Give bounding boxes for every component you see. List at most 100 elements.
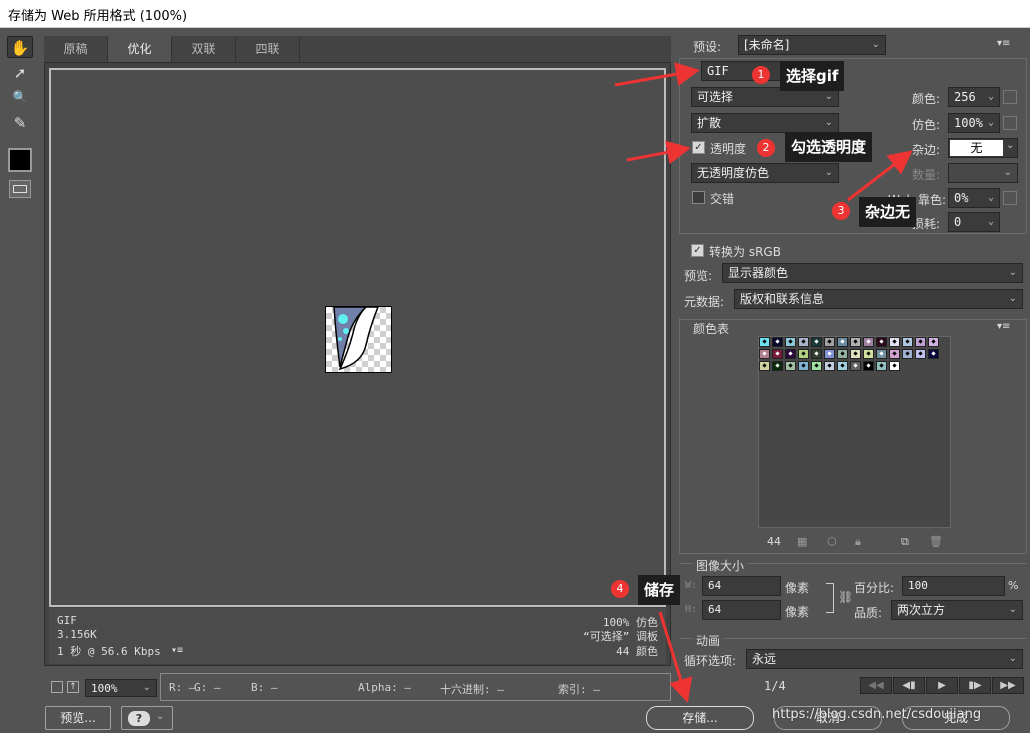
transparency-dither-select[interactable]: 无透明度仿色 ⌄ bbox=[691, 163, 839, 183]
link-icon[interactable]: ⛓ bbox=[838, 590, 853, 604]
color-swatch[interactable] bbox=[785, 361, 796, 371]
loop-select[interactable]: 永远 ⌄ bbox=[746, 649, 1023, 669]
color-swatch[interactable] bbox=[928, 337, 939, 347]
convert-srgb-checkbox[interactable]: ✓ bbox=[691, 244, 704, 257]
window-title: 存储为 Web 所用格式 (100%) bbox=[8, 9, 188, 24]
last-frame-icon[interactable]: ▶▶ bbox=[992, 677, 1024, 694]
color-swatch[interactable] bbox=[824, 361, 835, 371]
height-unit: 像素 bbox=[785, 605, 810, 619]
info-menu-icon[interactable]: ▾≡ bbox=[171, 645, 183, 656]
color-swatch[interactable] bbox=[759, 349, 770, 359]
color-swatch[interactable] bbox=[811, 337, 822, 347]
color-swatch[interactable] bbox=[837, 337, 848, 347]
web-shift-icon[interactable]: ▦ bbox=[797, 535, 807, 548]
slice-select-tool-icon[interactable]: ➚ bbox=[7, 62, 33, 84]
dither-input[interactable]: 100% ⌄ bbox=[948, 113, 1000, 133]
colors-arrow-icon[interactable] bbox=[1003, 90, 1017, 104]
color-swatch[interactable] bbox=[889, 361, 900, 371]
color-swatch[interactable] bbox=[785, 337, 796, 347]
color-swatch[interactable] bbox=[902, 349, 913, 359]
lossy-input[interactable]: 0 ⌄ bbox=[948, 212, 1000, 232]
new-color-icon[interactable]: ⧉ bbox=[901, 535, 909, 549]
readout-alpha: Alpha: — bbox=[358, 681, 411, 694]
percent-label: 百分比: bbox=[854, 581, 895, 595]
color-swatch[interactable] bbox=[863, 361, 874, 371]
info-download-time: 1 秒 @ 56.6 Kbps bbox=[57, 645, 161, 658]
color-swatch[interactable] bbox=[902, 337, 913, 347]
colors-input[interactable]: 256 ⌄ bbox=[948, 87, 1000, 107]
zoom-select[interactable]: 100% ⌄ bbox=[85, 679, 157, 697]
color-swatch[interactable] bbox=[863, 349, 874, 359]
color-swatch[interactable] bbox=[863, 337, 874, 347]
tab-original[interactable]: 原稿 bbox=[44, 36, 108, 62]
dither-arrow-icon[interactable] bbox=[1003, 116, 1017, 130]
transparency-checkbox[interactable]: ✓ bbox=[692, 141, 705, 154]
color-swatch[interactable] bbox=[837, 361, 848, 371]
next-frame-icon[interactable]: ▮▶ bbox=[959, 677, 991, 694]
metadata-select[interactable]: 版权和联系信息 ⌄ bbox=[734, 289, 1023, 309]
hand-tool-icon[interactable]: ✋ bbox=[7, 36, 33, 58]
matte-select[interactable]: 无 ⌄ bbox=[948, 138, 1018, 158]
width-input[interactable]: 64 bbox=[702, 576, 781, 596]
lock-color-icon[interactable]: 🔒︎ bbox=[855, 535, 861, 549]
dither-label: 仿色: bbox=[912, 118, 941, 132]
color-swatch[interactable] bbox=[850, 337, 861, 347]
percent-input[interactable]: 100 bbox=[902, 576, 1005, 596]
color-swatch[interactable] bbox=[876, 361, 887, 371]
tab-4-up[interactable]: 四联 bbox=[236, 36, 300, 62]
color-swatch[interactable] bbox=[876, 349, 887, 359]
color-swatch[interactable] bbox=[928, 349, 939, 359]
web-cube-icon[interactable]: ⬡ bbox=[827, 535, 837, 548]
color-table-grid[interactable] bbox=[758, 336, 951, 528]
color-swatch[interactable] bbox=[824, 337, 835, 347]
loop-label: 循环选项: bbox=[684, 654, 737, 668]
color-swatch[interactable] bbox=[889, 349, 900, 359]
dither-algorithm-select[interactable]: 扩散 ⌄ bbox=[691, 113, 839, 133]
color-swatch[interactable] bbox=[798, 337, 809, 347]
trash-icon[interactable]: 🗑︎ bbox=[929, 535, 943, 548]
annotation-badge-3: 3 bbox=[832, 202, 850, 220]
color-swatch[interactable] bbox=[850, 349, 861, 359]
readout-r: R: — bbox=[169, 681, 196, 694]
zoom-out-icon[interactable] bbox=[51, 681, 63, 693]
save-button[interactable]: 存储... bbox=[646, 706, 754, 730]
interlaced-checkbox[interactable] bbox=[692, 191, 705, 204]
preset-select[interactable]: [未命名] ⌄ bbox=[738, 35, 886, 55]
preview-select[interactable]: 显示器颜色 ⌄ bbox=[722, 263, 1023, 283]
eyedropper-color-swatch[interactable] bbox=[8, 148, 32, 172]
first-frame-icon[interactable]: ◀◀ bbox=[860, 677, 892, 694]
zoom-tool-icon[interactable]: 🔍 bbox=[7, 86, 33, 108]
height-input[interactable]: 64 bbox=[702, 600, 781, 620]
web-snap-input[interactable]: 0% ⌄ bbox=[948, 188, 1000, 208]
zoom-in-icon[interactable]: ↑ bbox=[67, 681, 79, 693]
color-swatch[interactable] bbox=[915, 337, 926, 347]
color-swatch[interactable] bbox=[889, 337, 900, 347]
color-readout: R: — G: — B: — Alpha: — 十六进制: — 索引: — bbox=[160, 673, 671, 701]
browser-select[interactable]: ? ⌄ bbox=[121, 706, 173, 730]
color-swatch[interactable] bbox=[772, 349, 783, 359]
optimize-menu-icon[interactable]: ▾≡ bbox=[997, 38, 1010, 49]
color-swatch[interactable] bbox=[915, 349, 926, 359]
color-swatch[interactable] bbox=[811, 361, 822, 371]
color-swatch[interactable] bbox=[876, 337, 887, 347]
tab-2-up[interactable]: 双联 bbox=[172, 36, 236, 62]
color-swatch[interactable] bbox=[811, 349, 822, 359]
web-snap-arrow-icon[interactable] bbox=[1003, 191, 1017, 205]
prev-frame-icon[interactable]: ◀▮ bbox=[893, 677, 925, 694]
color-swatch[interactable] bbox=[772, 337, 783, 347]
eyedropper-tool-icon[interactable]: ✎ bbox=[7, 112, 33, 134]
color-swatch[interactable] bbox=[759, 361, 770, 371]
color-swatch[interactable] bbox=[850, 361, 861, 371]
color-swatch[interactable] bbox=[785, 349, 796, 359]
quality-select[interactable]: 两次立方 ⌄ bbox=[891, 600, 1023, 620]
color-swatch[interactable] bbox=[798, 349, 809, 359]
color-swatch[interactable] bbox=[759, 337, 770, 347]
color-swatch[interactable] bbox=[798, 361, 809, 371]
color-swatch[interactable] bbox=[772, 361, 783, 371]
color-swatch[interactable] bbox=[824, 349, 835, 359]
play-icon[interactable]: ▶ bbox=[926, 677, 958, 694]
preview-in-browser-button[interactable]: 预览... bbox=[45, 706, 111, 730]
color-swatch[interactable] bbox=[837, 349, 848, 359]
toggle-slices-icon[interactable] bbox=[9, 180, 31, 198]
tab-optimized[interactable]: 优化 bbox=[108, 36, 172, 62]
